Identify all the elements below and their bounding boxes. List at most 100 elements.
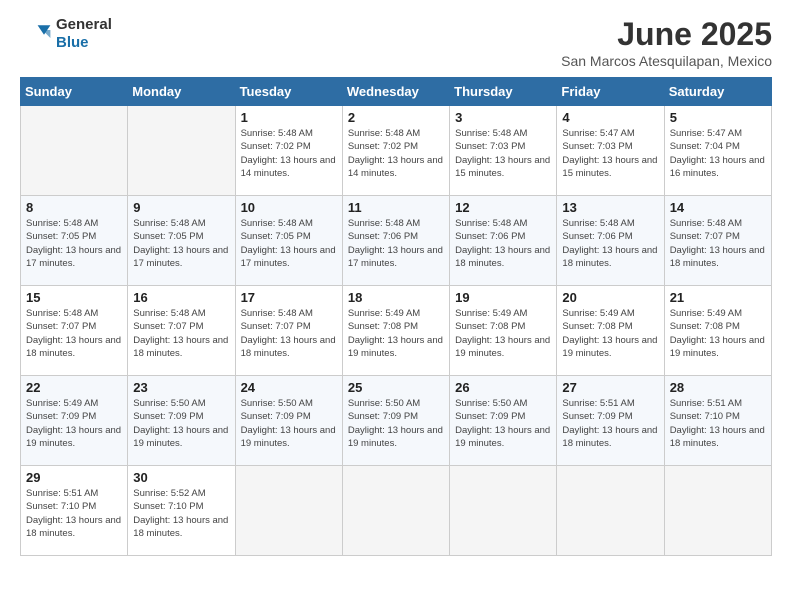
day-number: 10 <box>241 200 337 215</box>
day-info: Sunrise: 5:49 AM Sunset: 7:08 PM Dayligh… <box>348 307 444 360</box>
header-wednesday: Wednesday <box>342 78 449 106</box>
calendar-week-row: 22 Sunrise: 5:49 AM Sunset: 7:09 PM Dayl… <box>21 376 772 466</box>
day-info: Sunrise: 5:50 AM Sunset: 7:09 PM Dayligh… <box>133 397 229 450</box>
table-row: 26 Sunrise: 5:50 AM Sunset: 7:09 PM Dayl… <box>450 376 557 466</box>
day-info: Sunrise: 5:48 AM Sunset: 7:05 PM Dayligh… <box>241 217 337 270</box>
header-sunday: Sunday <box>21 78 128 106</box>
header-saturday: Saturday <box>664 78 771 106</box>
table-row: 14 Sunrise: 5:48 AM Sunset: 7:07 PM Dayl… <box>664 196 771 286</box>
header-tuesday: Tuesday <box>235 78 342 106</box>
day-number: 27 <box>562 380 658 395</box>
table-row: 11 Sunrise: 5:48 AM Sunset: 7:06 PM Dayl… <box>342 196 449 286</box>
day-number: 3 <box>455 110 551 125</box>
day-info: Sunrise: 5:51 AM Sunset: 7:09 PM Dayligh… <box>562 397 658 450</box>
day-info: Sunrise: 5:48 AM Sunset: 7:07 PM Dayligh… <box>241 307 337 360</box>
day-number: 20 <box>562 290 658 305</box>
table-row: 19 Sunrise: 5:49 AM Sunset: 7:08 PM Dayl… <box>450 286 557 376</box>
table-row <box>557 466 664 556</box>
day-number: 13 <box>562 200 658 215</box>
table-row: 25 Sunrise: 5:50 AM Sunset: 7:09 PM Dayl… <box>342 376 449 466</box>
day-info: Sunrise: 5:49 AM Sunset: 7:08 PM Dayligh… <box>455 307 551 360</box>
header: General Blue June 2025 San Marcos Atesqu… <box>20 16 772 69</box>
day-info: Sunrise: 5:50 AM Sunset: 7:09 PM Dayligh… <box>455 397 551 450</box>
day-number: 2 <box>348 110 444 125</box>
day-info: Sunrise: 5:48 AM Sunset: 7:05 PM Dayligh… <box>133 217 229 270</box>
table-row: 1 Sunrise: 5:48 AM Sunset: 7:02 PM Dayli… <box>235 106 342 196</box>
logo-general: General <box>56 16 112 33</box>
table-row: 24 Sunrise: 5:50 AM Sunset: 7:09 PM Dayl… <box>235 376 342 466</box>
table-row: 16 Sunrise: 5:48 AM Sunset: 7:07 PM Dayl… <box>128 286 235 376</box>
table-row: 21 Sunrise: 5:49 AM Sunset: 7:08 PM Dayl… <box>664 286 771 376</box>
location-title: San Marcos Atesquilapan, Mexico <box>561 53 772 69</box>
table-row <box>664 466 771 556</box>
table-row <box>21 106 128 196</box>
day-number: 28 <box>670 380 766 395</box>
day-info: Sunrise: 5:48 AM Sunset: 7:07 PM Dayligh… <box>670 217 766 270</box>
day-number: 14 <box>670 200 766 215</box>
day-info: Sunrise: 5:48 AM Sunset: 7:02 PM Dayligh… <box>241 127 337 180</box>
day-number: 8 <box>26 200 122 215</box>
table-row <box>342 466 449 556</box>
table-row <box>128 106 235 196</box>
day-info: Sunrise: 5:48 AM Sunset: 7:02 PM Dayligh… <box>348 127 444 180</box>
calendar-week-row: 8 Sunrise: 5:48 AM Sunset: 7:05 PM Dayli… <box>21 196 772 286</box>
table-row: 12 Sunrise: 5:48 AM Sunset: 7:06 PM Dayl… <box>450 196 557 286</box>
table-row: 22 Sunrise: 5:49 AM Sunset: 7:09 PM Dayl… <box>21 376 128 466</box>
day-info: Sunrise: 5:47 AM Sunset: 7:03 PM Dayligh… <box>562 127 658 180</box>
day-number: 30 <box>133 470 229 485</box>
header-friday: Friday <box>557 78 664 106</box>
day-number: 23 <box>133 380 229 395</box>
day-number: 22 <box>26 380 122 395</box>
table-row <box>450 466 557 556</box>
day-number: 21 <box>670 290 766 305</box>
day-info: Sunrise: 5:48 AM Sunset: 7:07 PM Dayligh… <box>133 307 229 360</box>
header-monday: Monday <box>128 78 235 106</box>
day-number: 18 <box>348 290 444 305</box>
day-info: Sunrise: 5:50 AM Sunset: 7:09 PM Dayligh… <box>241 397 337 450</box>
days-header-row: Sunday Monday Tuesday Wednesday Thursday… <box>21 78 772 106</box>
day-info: Sunrise: 5:49 AM Sunset: 7:08 PM Dayligh… <box>562 307 658 360</box>
table-row: 10 Sunrise: 5:48 AM Sunset: 7:05 PM Dayl… <box>235 196 342 286</box>
table-row: 15 Sunrise: 5:48 AM Sunset: 7:07 PM Dayl… <box>21 286 128 376</box>
calendar-table: Sunday Monday Tuesday Wednesday Thursday… <box>20 77 772 556</box>
table-row: 20 Sunrise: 5:49 AM Sunset: 7:08 PM Dayl… <box>557 286 664 376</box>
table-row: 5 Sunrise: 5:47 AM Sunset: 7:04 PM Dayli… <box>664 106 771 196</box>
table-row: 13 Sunrise: 5:48 AM Sunset: 7:06 PM Dayl… <box>557 196 664 286</box>
day-info: Sunrise: 5:47 AM Sunset: 7:04 PM Dayligh… <box>670 127 766 180</box>
table-row: 17 Sunrise: 5:48 AM Sunset: 7:07 PM Dayl… <box>235 286 342 376</box>
calendar-week-row: 15 Sunrise: 5:48 AM Sunset: 7:07 PM Dayl… <box>21 286 772 376</box>
day-info: Sunrise: 5:50 AM Sunset: 7:09 PM Dayligh… <box>348 397 444 450</box>
day-number: 12 <box>455 200 551 215</box>
calendar-week-row: 1 Sunrise: 5:48 AM Sunset: 7:02 PM Dayli… <box>21 106 772 196</box>
day-number: 25 <box>348 380 444 395</box>
day-info: Sunrise: 5:48 AM Sunset: 7:06 PM Dayligh… <box>455 217 551 270</box>
day-info: Sunrise: 5:48 AM Sunset: 7:07 PM Dayligh… <box>26 307 122 360</box>
calendar-week-row: 29 Sunrise: 5:51 AM Sunset: 7:10 PM Dayl… <box>21 466 772 556</box>
day-number: 9 <box>133 200 229 215</box>
day-info: Sunrise: 5:48 AM Sunset: 7:05 PM Dayligh… <box>26 217 122 270</box>
logo: General Blue <box>20 16 112 52</box>
day-info: Sunrise: 5:51 AM Sunset: 7:10 PM Dayligh… <box>26 487 122 540</box>
day-info: Sunrise: 5:49 AM Sunset: 7:08 PM Dayligh… <box>670 307 766 360</box>
table-row: 30 Sunrise: 5:52 AM Sunset: 7:10 PM Dayl… <box>128 466 235 556</box>
day-number: 15 <box>26 290 122 305</box>
table-row: 2 Sunrise: 5:48 AM Sunset: 7:02 PM Dayli… <box>342 106 449 196</box>
table-row: 29 Sunrise: 5:51 AM Sunset: 7:10 PM Dayl… <box>21 466 128 556</box>
header-thursday: Thursday <box>450 78 557 106</box>
day-info: Sunrise: 5:48 AM Sunset: 7:06 PM Dayligh… <box>348 217 444 270</box>
day-number: 11 <box>348 200 444 215</box>
logo-icon <box>20 22 52 46</box>
title-area: June 2025 San Marcos Atesquilapan, Mexic… <box>561 16 772 69</box>
day-info: Sunrise: 5:48 AM Sunset: 7:06 PM Dayligh… <box>562 217 658 270</box>
day-number: 19 <box>455 290 551 305</box>
table-row: 23 Sunrise: 5:50 AM Sunset: 7:09 PM Dayl… <box>128 376 235 466</box>
day-number: 26 <box>455 380 551 395</box>
day-info: Sunrise: 5:48 AM Sunset: 7:03 PM Dayligh… <box>455 127 551 180</box>
day-number: 29 <box>26 470 122 485</box>
logo-text: General Blue <box>56 16 112 52</box>
table-row: 9 Sunrise: 5:48 AM Sunset: 7:05 PM Dayli… <box>128 196 235 286</box>
day-number: 16 <box>133 290 229 305</box>
table-row: 4 Sunrise: 5:47 AM Sunset: 7:03 PM Dayli… <box>557 106 664 196</box>
table-row: 27 Sunrise: 5:51 AM Sunset: 7:09 PM Dayl… <box>557 376 664 466</box>
month-title: June 2025 <box>561 16 772 53</box>
